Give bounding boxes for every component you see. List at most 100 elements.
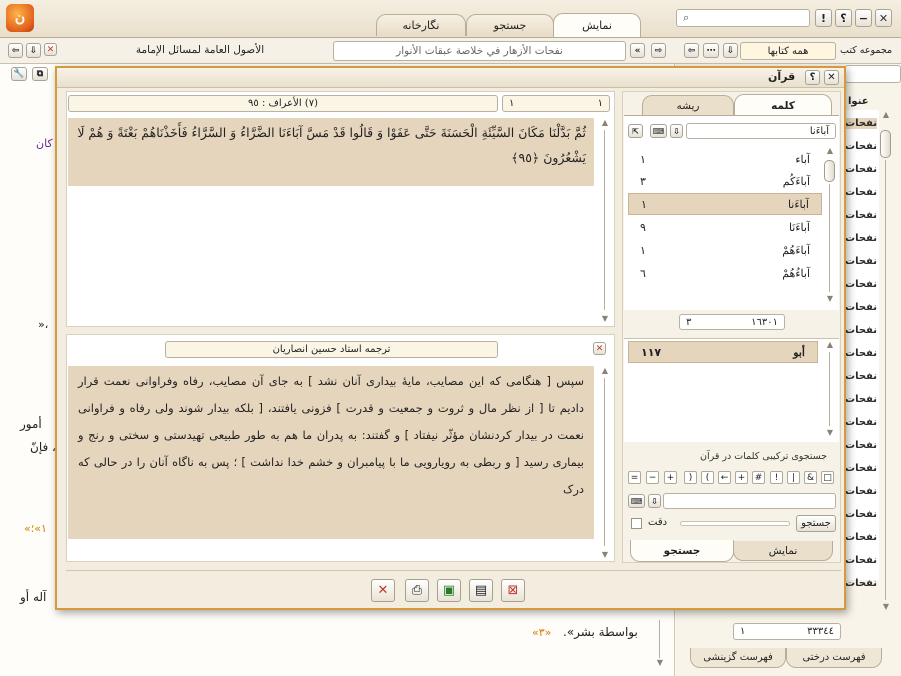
window-icon[interactable]: ⧉ [32, 67, 48, 81]
down-arrow-button[interactable]: ⇩ [26, 43, 41, 58]
list-item[interactable]: ٩ آباءَنَا [628, 216, 822, 238]
list-item[interactable]: ٦ آباءُهُمْ [628, 262, 822, 284]
list-item[interactable]: ٣ آباءَكُم [628, 170, 822, 192]
list-item[interactable]: نفحات [843, 256, 877, 267]
list-item[interactable]: نفحات [843, 463, 877, 474]
collection-select[interactable]: همه کتابها [740, 42, 836, 60]
print-icon[interactable]: ⎙ [405, 579, 429, 602]
remove-icon[interactable]: ⊠ [501, 579, 525, 602]
nav-back-button[interactable]: ⇦ [684, 43, 699, 58]
close-button[interactable]: ✕ [875, 9, 892, 27]
list-item[interactable]: نفحات [843, 417, 877, 428]
dialog-title: قرآن [768, 70, 796, 83]
verse-scrollbar[interactable]: ▲ ▼ [599, 118, 611, 326]
list-item[interactable]: نفحات [843, 509, 877, 520]
operator-button[interactable]: # [752, 471, 765, 484]
exact-checkbox[interactable] [631, 518, 642, 529]
right-list-scrollbar[interactable]: ▲ ▼ [880, 110, 892, 615]
dropdown-icon[interactable]: ⇩ [670, 124, 683, 138]
list-item[interactable]: نفحات [843, 555, 877, 566]
operator-button[interactable]: ! [770, 471, 783, 484]
right-search-input[interactable] [845, 65, 901, 83]
book-title-mid[interactable]: نفحات الأزهار في خلاصة عبقات الأنوار [333, 41, 626, 61]
list-item[interactable]: ١ آباء [628, 148, 822, 170]
operator-button[interactable]: ( [701, 471, 714, 484]
dropdown-icon[interactable]: ⇩ [648, 494, 661, 508]
wrench-icon[interactable]: 🔧 [11, 67, 27, 81]
tab-bottom-display[interactable]: نمایش [733, 541, 833, 561]
list-item[interactable]: نفحات [843, 371, 877, 382]
translation-scrollbar[interactable]: ▲ ▼ [599, 366, 611, 562]
close-book-button[interactable]: ✕ [44, 43, 57, 56]
right-page-field[interactable]: ١ ٣٣٣٤٤ [733, 623, 841, 640]
list-item[interactable]: نفحات [843, 348, 877, 359]
tab-bottom-search[interactable]: جستجو [630, 540, 734, 562]
list-item[interactable]: نفحات [843, 210, 877, 221]
exact-label: دقت [648, 517, 668, 528]
tab-gallery[interactable]: نگارخانه [376, 14, 466, 36]
operator-button[interactable]: + [735, 471, 748, 484]
operator-button[interactable]: & [804, 471, 817, 484]
word-count-field[interactable]: ٣ ١٦٣٠١ [679, 314, 785, 330]
right-bottom-tab-selective[interactable]: فهرست گزینشی [690, 648, 786, 668]
back-button[interactable]: ⇦ [8, 43, 23, 58]
word-list-scrollbar[interactable]: ▲ ▼ [824, 146, 836, 306]
keyboard-icon[interactable]: ⌨ [650, 124, 667, 138]
list-item[interactable]: نفحات [843, 118, 877, 129]
keyboard-icon[interactable]: ⌨ [628, 494, 645, 508]
operator-button[interactable]: = [628, 471, 641, 484]
list-item[interactable]: نفحات [843, 486, 877, 497]
arrow-tool-icon[interactable]: ⇱ [628, 124, 643, 138]
close-translation-button[interactable]: ✕ [593, 342, 606, 355]
list-item[interactable]: نفحات [843, 279, 877, 290]
close-icon[interactable]: ✕ [371, 579, 395, 602]
logo-icon[interactable]: ن [6, 4, 34, 32]
right-bottom-tab-tree[interactable]: فهرست درختی [786, 648, 882, 668]
surah-field[interactable]: (٧) الأعراف : ٩٥ [68, 95, 498, 112]
list-item[interactable]: ١ آباءَهُمْ [628, 239, 822, 261]
help-button[interactable]: ؟ [835, 9, 852, 27]
list-item[interactable]: نفحات [843, 141, 877, 152]
operator-button[interactable]: ← [718, 471, 731, 484]
dialog-help-button[interactable]: ؟ [805, 70, 820, 85]
word-input[interactable]: آباءَنا [686, 123, 836, 139]
operator-button[interactable]: | [787, 471, 800, 484]
list-item[interactable]: نفحات [843, 187, 877, 198]
operator-button[interactable]: − [646, 471, 659, 484]
operator-button[interactable]: □ [821, 471, 834, 484]
info-button[interactable]: ! [815, 9, 832, 27]
rewind-button[interactable]: « [630, 43, 645, 58]
verse-page-field[interactable]: ١١ [502, 95, 610, 112]
list-item[interactable]: نفحات [843, 440, 877, 451]
search-button[interactable]: جستجو [796, 515, 836, 532]
bg-snippet: ، فإنّ [30, 440, 56, 454]
save-icon[interactable]: ▣ [437, 579, 461, 602]
tab-search[interactable]: جستجو [466, 14, 554, 36]
tab-word[interactable]: کلمه [734, 94, 832, 116]
reading-scrollbar[interactable]: ▼ [654, 620, 666, 670]
more-button[interactable]: ⋯ [703, 43, 719, 58]
list-item[interactable]: نفحات [843, 325, 877, 336]
translator-field[interactable]: ترجمه استاد حسین انصاریان [165, 341, 498, 358]
forward-button[interactable]: ⇨ [651, 43, 666, 58]
book-title-left[interactable]: الأصول العامة لمسائل الإمامة [70, 44, 330, 56]
list-item[interactable]: نفحات [843, 532, 877, 543]
list-item[interactable]: نفحات [843, 233, 877, 244]
copy-icon[interactable]: ▤ [469, 579, 493, 602]
tab-display[interactable]: نمایش [553, 13, 641, 37]
collection-dropdown-button[interactable]: ⇩ [723, 43, 738, 58]
operator-button[interactable]: ) [684, 471, 697, 484]
list-item[interactable]: ١١٧ أبو [628, 341, 818, 363]
list-item[interactable]: ١ آباءَنا [628, 193, 822, 215]
dialog-close-button[interactable]: ✕ [824, 70, 839, 85]
list-item[interactable]: نفحات [843, 578, 877, 589]
minimize-button[interactable]: − [855, 9, 872, 27]
tab-root[interactable]: ریشه [642, 95, 734, 115]
global-search-input[interactable]: ⌕ [676, 9, 810, 27]
list-item[interactable]: نفحات [843, 164, 877, 175]
operator-button[interactable]: + [664, 471, 677, 484]
root-list-scrollbar[interactable]: ▲ ▼ [824, 340, 836, 440]
list-item[interactable]: نفحات [843, 302, 877, 313]
compound-search-input[interactable] [663, 493, 836, 509]
list-item[interactable]: نفحات [843, 394, 877, 405]
